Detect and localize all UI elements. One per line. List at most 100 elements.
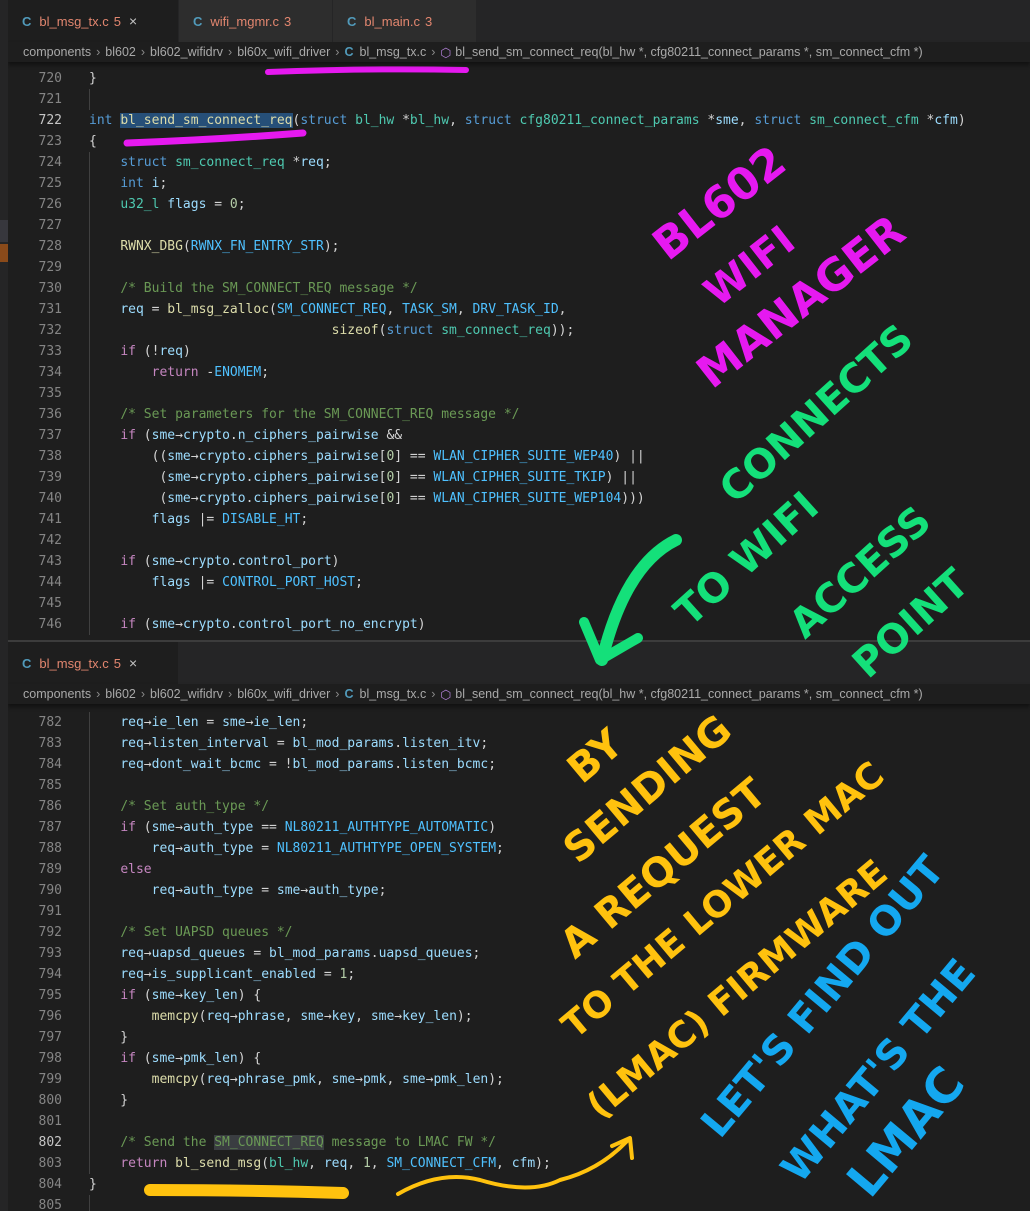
- indent-guide: [89, 383, 90, 404]
- code-line[interactable]: 726 u32_l flags = 0;: [8, 194, 1030, 215]
- code-editor[interactable]: 720} 721 722 int bl_send_sm_connect_req(str…: [8, 68, 1030, 635]
- code-text: req = bl_msg_zalloc(SM_CONNECT_REQ, TASK…: [120, 302, 567, 317]
- close-icon[interactable]: ×: [129, 655, 137, 671]
- indent-guide: [89, 1195, 90, 1211]
- tab-label: bl_main.c: [364, 13, 421, 29]
- code-line[interactable]: 731 req = bl_msg_zalloc(SM_CONNECT_REQ, …: [8, 299, 1030, 320]
- code-line[interactable]: 728 RWNX_DBG(RWNX_FN_ENTRY_STR);: [8, 236, 1030, 257]
- code-line[interactable]: 797 }: [8, 1027, 1030, 1048]
- code-line[interactable]: 788 req→auth_type = NL80211_AUTHTYPE_OPE…: [8, 838, 1030, 859]
- breadcrumb-item[interactable]: bl602_wifidrv: [150, 45, 223, 59]
- code-line[interactable]: 794 req→is_supplicant_enabled = 1;: [8, 964, 1030, 985]
- breadcrumb-item[interactable]: bl_send_sm_connect_req(bl_hw *, cfg80211…: [455, 45, 922, 59]
- code-line[interactable]: 791: [8, 901, 1030, 922]
- line-number: 745: [38, 596, 62, 611]
- tab-wifi-mgmr[interactable]: C wifi_mgmr.c 3: [179, 0, 333, 42]
- code-line[interactable]: 735: [8, 383, 1030, 404]
- breadcrumb-item[interactable]: bl60x_wifi_driver: [237, 687, 330, 701]
- code-line[interactable]: 784 req→dont_wait_bcmc = !bl_mod_params.…: [8, 754, 1030, 775]
- code-line[interactable]: 792 /* Set UAPSD queues */: [8, 922, 1030, 943]
- code-text: if (sme→crypto.n_ciphers_pairwise &&: [120, 428, 403, 443]
- code-line[interactable]: 730 /* Build the SM_CONNECT_REQ message …: [8, 278, 1030, 299]
- indent-guide: [89, 446, 90, 467]
- indent-guide: [89, 152, 90, 173]
- line-number: 796: [38, 1009, 62, 1024]
- code-line[interactable]: 738 ((sme→crypto.ciphers_pairwise[0] == …: [8, 446, 1030, 467]
- code-line[interactable]: 742: [8, 530, 1030, 551]
- code-line[interactable]: 803 return bl_send_msg(bl_hw, req, 1, SM…: [8, 1153, 1030, 1174]
- code-line[interactable]: 721: [8, 89, 1030, 110]
- code-line[interactable]: 783 req→listen_interval = bl_mod_params.…: [8, 733, 1030, 754]
- code-line[interactable]: 793 req→uapsd_queues = bl_mod_params.uap…: [8, 943, 1030, 964]
- code-line[interactable]: 800 }: [8, 1090, 1030, 1111]
- line-number: 729: [38, 260, 62, 275]
- code-line[interactable]: 740 (sme→crypto.ciphers_pairwise[0] == W…: [8, 488, 1030, 509]
- code-line[interactable]: 799 memcpy(req→phrase_pmk, sme→pmk, sme→…: [8, 1069, 1030, 1090]
- c-file-icon: C: [193, 13, 203, 29]
- code-line[interactable]: 734 return -ENOMEM;: [8, 362, 1030, 383]
- code-line[interactable]: 733 if (!req): [8, 341, 1030, 362]
- code-line[interactable]: 789 else: [8, 859, 1030, 880]
- line-number: 803: [38, 1156, 62, 1171]
- code-line[interactable]: 804}: [8, 1174, 1030, 1195]
- indent-guide: [89, 880, 90, 901]
- code-text: req→uapsd_queues = bl_mod_params.uapsd_q…: [120, 946, 481, 961]
- code-line[interactable]: 722 int bl_send_sm_connect_req(struct bl_…: [8, 110, 1030, 131]
- code-line[interactable]: 720}: [8, 68, 1030, 89]
- code-line[interactable]: 796 memcpy(req→phrase, sme→key, sme→key_…: [8, 1006, 1030, 1027]
- code-line[interactable]: 795 if (sme→key_len) {: [8, 985, 1030, 1006]
- code-editor[interactable]: 782 req→ie_len = sme→ie_len; 783 req→list…: [8, 712, 1030, 1211]
- breadcrumb-item[interactable]: components: [23, 687, 91, 701]
- breadcrumb-item[interactable]: bl_send_sm_connect_req(bl_hw *, cfg80211…: [455, 687, 922, 701]
- code-line[interactable]: 782 req→ie_len = sme→ie_len;: [8, 712, 1030, 733]
- code-line[interactable]: 746 if (sme→crypto.control_port_no_encry…: [8, 614, 1030, 635]
- chevron-right-icon: ›: [335, 45, 340, 59]
- breadcrumb-item[interactable]: bl602_wifidrv: [150, 687, 223, 701]
- code-line[interactable]: 790 req→auth_type = sme→auth_type;: [8, 880, 1030, 901]
- code-line[interactable]: 743 if (sme→crypto.control_port): [8, 551, 1030, 572]
- code-line[interactable]: 732 sizeof(struct sm_connect_req));: [8, 320, 1030, 341]
- code-line[interactable]: 723 {: [8, 131, 1030, 152]
- tab-bl-main[interactable]: C bl_main.c 3: [333, 0, 477, 42]
- code-line[interactable]: 736 /* Set parameters for the SM_CONNECT…: [8, 404, 1030, 425]
- line-number: 738: [38, 449, 62, 464]
- breadcrumb-item[interactable]: bl60x_wifi_driver: [237, 45, 330, 59]
- indent-guide: [89, 425, 90, 446]
- tab-bl-msg-tx[interactable]: C bl_msg_tx.c 5 ×: [8, 642, 179, 684]
- problem-count: 3: [284, 13, 292, 29]
- breadcrumb-item[interactable]: components: [23, 45, 91, 59]
- code-line[interactable]: 741 flags |= DISABLE_HT;: [8, 509, 1030, 530]
- code-line[interactable]: 801: [8, 1111, 1030, 1132]
- code-text: if (sme→key_len) {: [120, 988, 262, 1003]
- line-number: 740: [38, 491, 62, 506]
- code-line[interactable]: 802 /* Send the SM_CONNECT_REQ message t…: [8, 1132, 1030, 1153]
- indent-guide: [89, 488, 90, 509]
- activity-bar-edge: [0, 0, 8, 1211]
- code-line[interactable]: 805: [8, 1195, 1030, 1211]
- code-line[interactable]: 729: [8, 257, 1030, 278]
- code-line[interactable]: 725 int i;: [8, 173, 1030, 194]
- code-line[interactable]: 724 struct sm_connect_req *req;: [8, 152, 1030, 173]
- code-line[interactable]: 786 /* Set auth_type */: [8, 796, 1030, 817]
- breadcrumb-item[interactable]: bl602: [105, 687, 136, 701]
- code-text: memcpy(req→phrase_pmk, sme→pmk, sme→pmk_…: [151, 1072, 504, 1087]
- code-text: flags |= DISABLE_HT;: [151, 512, 309, 527]
- tab-bl-msg-tx[interactable]: C bl_msg_tx.c 5 ×: [8, 0, 179, 42]
- function-symbol-icon: ⬡: [440, 45, 452, 60]
- code-text: RWNX_DBG(RWNX_FN_ENTRY_STR);: [120, 239, 340, 254]
- code-line[interactable]: 787 if (sme→auth_type == NL80211_AUTHTYP…: [8, 817, 1030, 838]
- code-line[interactable]: 785: [8, 775, 1030, 796]
- code-line[interactable]: 737 if (sme→crypto.n_ciphers_pairwise &&: [8, 425, 1030, 446]
- close-icon[interactable]: ×: [129, 13, 137, 29]
- breadcrumb-item[interactable]: bl_msg_tx.c: [360, 687, 427, 701]
- code-line[interactable]: 745: [8, 593, 1030, 614]
- code-line[interactable]: 744 flags |= CONTROL_PORT_HOST;: [8, 572, 1030, 593]
- breadcrumb-item[interactable]: bl_msg_tx.c: [360, 45, 427, 59]
- c-file-icon: C: [22, 13, 32, 29]
- code-text: if (!req): [120, 344, 191, 359]
- code-line[interactable]: 739 (sme→crypto.ciphers_pairwise[0] == W…: [8, 467, 1030, 488]
- breadcrumb-item[interactable]: bl602: [105, 45, 136, 59]
- indent-guide: [89, 754, 90, 775]
- code-line[interactable]: 727: [8, 215, 1030, 236]
- code-line[interactable]: 798 if (sme→pmk_len) {: [8, 1048, 1030, 1069]
